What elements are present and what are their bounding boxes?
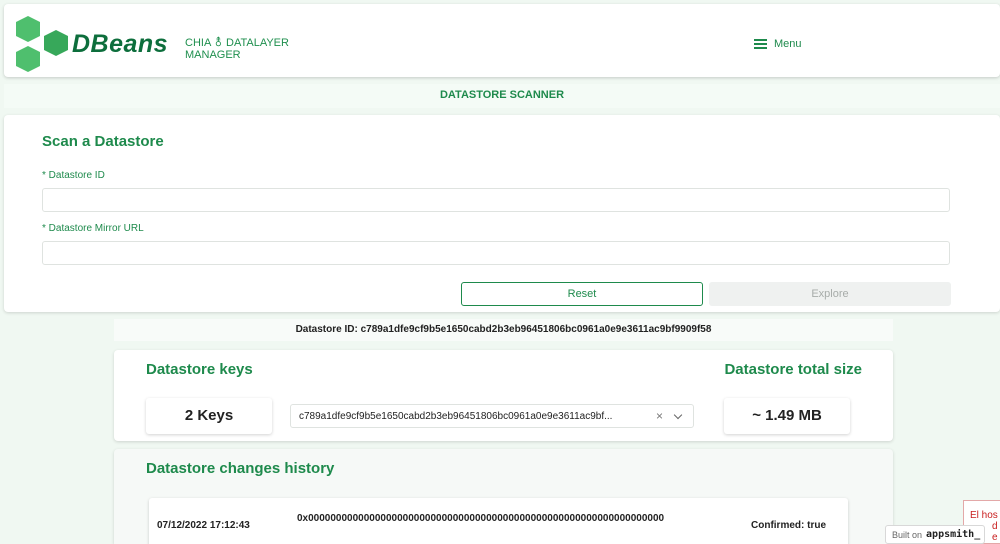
datastore-keys-title: Datastore keys [146, 361, 253, 378]
mirror-url-input[interactable] [42, 241, 950, 265]
menu-label: Menu [774, 38, 802, 50]
explore-button[interactable]: Explore [709, 282, 951, 306]
history-status: Confirmed: true [751, 520, 826, 531]
datastore-size-box: ~ 1.49 MB [724, 398, 850, 434]
keys-count-box: 2 Keys [146, 398, 272, 434]
changes-history-card: Datastore changes history 07/12/2022 17:… [114, 449, 893, 544]
app-subtitle-line2: MANAGER [185, 49, 241, 61]
logo-hexagon-icon [16, 16, 68, 72]
appsmith-brand: appsmith_ [926, 529, 981, 540]
clear-icon[interactable]: × [656, 409, 663, 423]
datastore-size-title: Datastore total size [724, 361, 862, 378]
logo-wordmark: DBeans [72, 30, 169, 58]
datastore-id-label: * Datastore ID [42, 170, 105, 181]
app-subtitle: CHIA ⚨ DATALAYER MANAGER [185, 37, 305, 61]
mirror-url-label: * Datastore Mirror URL [42, 223, 144, 234]
reset-button[interactable]: Reset [461, 282, 703, 306]
datastore-id-display: Datastore ID: c789a1dfe9cf9b5e1650cabd2b… [114, 319, 893, 341]
datastore-id-input[interactable] [42, 188, 950, 212]
hamburger-icon [754, 39, 767, 49]
history-date: 07/12/2022 17:12:43 [157, 520, 250, 531]
built-on-label: Built on [892, 529, 923, 540]
menu-button[interactable]: Menu [754, 34, 802, 54]
changes-history-title: Datastore changes history [146, 460, 335, 477]
key-select-value: c789a1dfe9cf9b5e1650cabd2b3eb96451806bc0… [299, 410, 613, 422]
host-notice-line1: El hos [970, 510, 998, 521]
app-subtitle-line1: CHIA ⚨ DATALAYER [185, 37, 289, 49]
scan-datastore-card: Scan a Datastore * Datastore ID * Datast… [4, 115, 1000, 312]
page-title: DATASTORE SCANNER [4, 84, 1000, 108]
scan-form-title: Scan a Datastore [42, 133, 164, 150]
built-on-appsmith-badge[interactable]: Built on appsmith_ [885, 525, 985, 544]
app-header: DBeans CHIA ⚨ DATALAYER MANAGER Menu [4, 4, 1000, 77]
key-select-dropdown[interactable]: c789a1dfe9cf9b5e1650cabd2b3eb96451806bc0… [290, 404, 694, 428]
history-root-hash: 0x00000000000000000000000000000000000000… [297, 513, 665, 524]
chevron-down-icon[interactable] [673, 410, 683, 419]
datastore-keys-card: Datastore keys 2 Keys c789a1dfe9cf9b5e16… [114, 350, 893, 441]
history-row[interactable]: 07/12/2022 17:12:43 0x000000000000000000… [149, 498, 848, 544]
